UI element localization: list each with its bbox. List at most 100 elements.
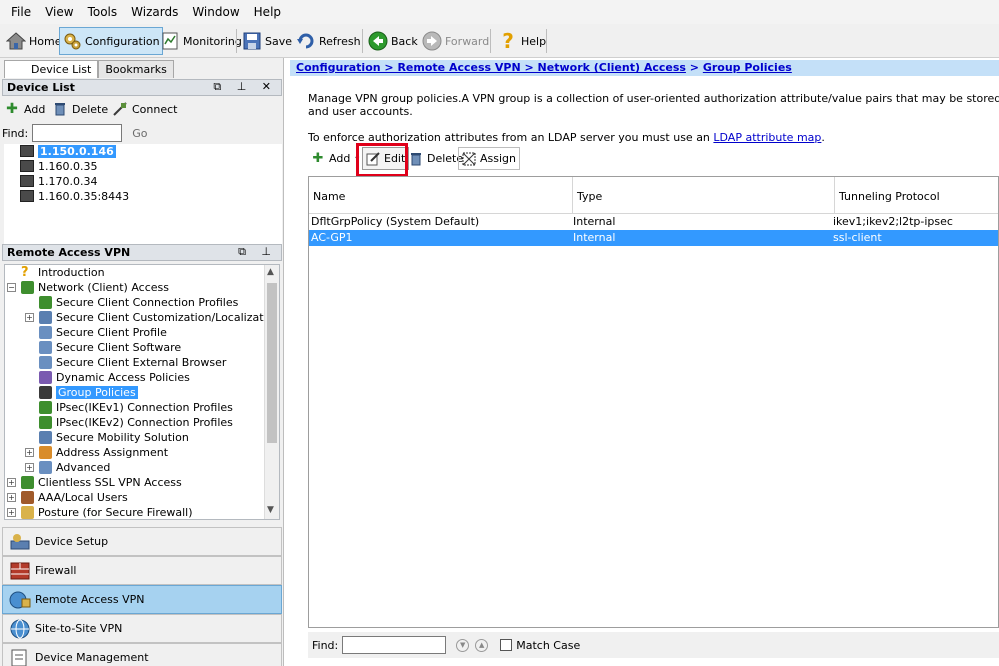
tree-item-ikev1-profiles[interactable]: IPsec(IKEv1) Connection Profiles: [39, 400, 233, 415]
device-management-icon: [9, 647, 31, 666]
expand-icon[interactable]: +: [7, 493, 16, 502]
save-button[interactable]: Save: [240, 27, 294, 55]
tree-item-introduction[interactable]: ? Introduction: [21, 265, 105, 280]
home-icon: [6, 31, 26, 51]
breadcrumb: Configuration > Remote Access VPN > Netw…: [290, 60, 999, 76]
table-row[interactable]: DfltGrpPolicy (System Default) Internal …: [309, 214, 998, 230]
server-icon: [20, 160, 34, 172]
configuration-button[interactable]: Configuration: [59, 27, 163, 55]
vpn-nav-tree: ? Introduction − Network (Client) Access S…: [4, 264, 280, 520]
rav-title: Remote Access VPN: [7, 246, 131, 259]
device-list-title: Device List: [7, 81, 75, 94]
table-row[interactable]: AC-GP1 Internal ssl-client: [309, 230, 998, 246]
ldap-attribute-map-link[interactable]: LDAP attribute map: [713, 131, 821, 144]
expand-icon[interactable]: +: [25, 463, 34, 472]
tree-item-group-policies[interactable]: Group Policies: [39, 385, 138, 400]
site-to-site-icon: [9, 618, 31, 640]
panel-controls-icon[interactable]: ⧉ ⊥ ✕: [213, 80, 277, 94]
panel-controls-icon[interactable]: ⧉ ⊥: [238, 245, 277, 259]
device-item[interactable]: 1.160.0.35:8443: [20, 189, 129, 203]
tree-item-client-software[interactable]: Secure Client Software: [39, 340, 181, 355]
nav-remote-access-vpn[interactable]: Remote Access VPN: [2, 585, 282, 614]
back-button[interactable]: Back: [366, 27, 420, 55]
profile-icon: [39, 296, 52, 309]
tree-item-posture[interactable]: + Posture (for Secure Firewall): [7, 505, 193, 519]
scroll-up-icon[interactable]: ▲: [267, 267, 274, 277]
add-policy-button[interactable]: ✚ Add ▾: [308, 147, 362, 170]
find-previous-icon[interactable]: ▲: [475, 638, 489, 652]
group-policy-icon: [39, 386, 52, 399]
tree-item-customization[interactable]: + Secure Client Customization/Localizatio…: [25, 310, 279, 325]
tree-scrollbar[interactable]: ▲ ▼: [264, 265, 279, 519]
nav-site-to-site-vpn[interactable]: Site-to-Site VPN: [2, 614, 282, 643]
tree-item-secure-mobility[interactable]: Secure Mobility Solution: [39, 430, 189, 445]
help-button[interactable]: ? Help: [496, 27, 548, 55]
assign-policy-button[interactable]: Assign: [458, 147, 520, 170]
tab-bookmarks[interactable]: Bookmarks: [98, 60, 174, 78]
table-find-bar: Find: ▼ ▲ Match Case: [308, 632, 999, 658]
scrollbar-thumb[interactable]: [267, 283, 277, 443]
match-case-checkbox[interactable]: [500, 639, 513, 651]
refresh-button[interactable]: Refresh: [294, 27, 363, 55]
match-case-label: Match Case: [516, 638, 581, 652]
home-button[interactable]: Home: [4, 27, 63, 55]
nav-firewall[interactable]: Firewall: [2, 556, 282, 585]
table-find-input[interactable]: [342, 636, 447, 654]
connect-button[interactable]: Connect: [112, 101, 177, 117]
tree-item-aaa-local-users[interactable]: + AAA/Local Users: [7, 490, 128, 505]
tree-item-external-browser[interactable]: Secure Client External Browser: [39, 355, 226, 370]
tree-item-connection-profiles[interactable]: Secure Client Connection Profiles: [39, 295, 238, 310]
menu-help[interactable]: Help: [247, 5, 288, 19]
tree-item-network-client-access[interactable]: − Network (Client) Access: [7, 280, 169, 295]
left-panel: Device List Bookmarks Device List ⧉ ⊥ ✕ …: [0, 58, 284, 666]
tree-item-advanced[interactable]: + Advanced: [25, 460, 110, 475]
tree-item-ikev2-profiles[interactable]: IPsec(IKEv2) Connection Profiles: [39, 415, 233, 430]
trash-icon: [52, 101, 68, 117]
tab-device-list[interactable]: Device List: [4, 60, 99, 78]
device-setup-icon: [9, 531, 31, 553]
column-header-type[interactable]: Type: [573, 177, 835, 214]
expand-icon[interactable]: +: [25, 313, 34, 322]
nav-device-management[interactable]: Device Management: [2, 643, 282, 666]
collapse-icon[interactable]: −: [7, 283, 16, 292]
device-delete-button[interactable]: Delete: [52, 101, 108, 117]
policy-icon: [39, 371, 52, 384]
expand-icon[interactable]: +: [25, 448, 34, 457]
breadcrumb-current[interactable]: Group Policies: [703, 61, 792, 74]
monitoring-button[interactable]: Monitoring: [158, 27, 244, 55]
browser-icon: [39, 356, 52, 369]
menu-tools[interactable]: Tools: [81, 5, 125, 19]
expand-icon[interactable]: +: [7, 478, 16, 487]
device-find-input[interactable]: [32, 124, 123, 142]
tree-item-clientless-ssl[interactable]: + Clientless SSL VPN Access: [7, 475, 182, 490]
breadcrumb-separator: >: [685, 61, 703, 74]
cell-type: Internal: [573, 231, 616, 244]
menu-view[interactable]: View: [38, 5, 80, 19]
column-header-tunneling-protocol[interactable]: Tunneling Protocol: [835, 177, 998, 214]
home-label: Home: [29, 34, 62, 48]
menu-wizards[interactable]: Wizards: [124, 5, 185, 19]
group-policies-table: Name Type Tunneling Protocol DfltGrpPoli…: [308, 176, 999, 628]
device-item[interactable]: 1.150.0.146: [20, 144, 116, 158]
question-mark-icon: ?: [502, 29, 514, 53]
forward-button[interactable]: Forward: [420, 27, 491, 55]
breadcrumb-path[interactable]: Configuration > Remote Access VPN > Netw…: [296, 61, 686, 74]
device-find-row: Find: Go: [2, 124, 148, 142]
plus-icon: ✚: [312, 151, 324, 166]
menu-file[interactable]: File: [4, 5, 38, 19]
expand-icon[interactable]: +: [7, 508, 16, 517]
go-button[interactable]: Go: [132, 127, 147, 140]
remote-access-vpn-header: Remote Access VPN ⧉ ⊥: [2, 244, 282, 261]
menu-window[interactable]: Window: [185, 5, 246, 19]
tree-item-client-profile[interactable]: Secure Client Profile: [39, 325, 167, 340]
device-item[interactable]: 1.170.0.34: [20, 174, 97, 188]
device-add-button[interactable]: ✚ Add: [4, 101, 45, 117]
firewall-icon: [9, 560, 31, 582]
device-item[interactable]: 1.160.0.35: [20, 159, 97, 173]
nav-device-setup[interactable]: Device Setup: [2, 527, 282, 556]
tree-item-dynamic-access-policies[interactable]: Dynamic Access Policies: [39, 370, 190, 385]
column-header-name[interactable]: Name: [309, 177, 573, 214]
tree-item-address-assignment[interactable]: + Address Assignment: [25, 445, 168, 460]
scroll-down-icon[interactable]: ▼: [267, 505, 274, 515]
find-next-icon[interactable]: ▼: [456, 638, 470, 652]
